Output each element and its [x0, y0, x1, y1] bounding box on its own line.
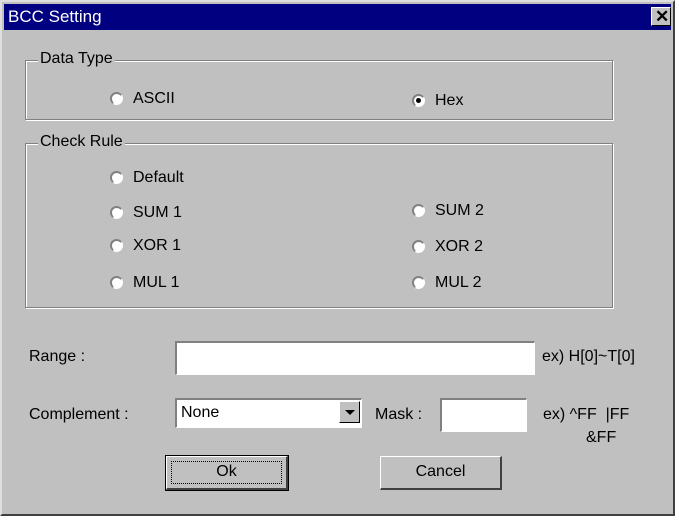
bcc-setting-dialog: BCC Setting ✕ Data Type ASCII Hex Check …	[0, 0, 675, 516]
complement-select[interactable]: None	[175, 398, 362, 428]
cancel-button-label: Cancel	[415, 463, 466, 480]
xor1-radio-label: XOR 1	[133, 237, 182, 254]
focus-indicator	[171, 461, 282, 484]
close-button[interactable]: ✕	[651, 7, 671, 26]
mask-example-line2: &FF	[586, 429, 617, 446]
close-icon: ✕	[655, 7, 670, 26]
sum1-radio-label: SUM 1	[133, 204, 182, 221]
cancel-button[interactable]: Cancel	[380, 456, 502, 490]
default-radio-indicator	[110, 171, 123, 184]
xor2-radio-label: XOR 2	[435, 238, 484, 255]
complement-select-value: None	[181, 404, 220, 421]
title-bar[interactable]: BCC Setting ✕	[4, 4, 671, 30]
complement-label: Complement :	[29, 406, 129, 423]
ascii-radio-label: ASCII	[133, 90, 175, 107]
mul2-radio-label: MUL 2	[435, 274, 482, 291]
xor1-radio-indicator	[110, 239, 123, 252]
mul1-radio-label: MUL 1	[133, 274, 180, 291]
range-example: ex) H[0]~T[0]	[542, 348, 635, 365]
sum2-radio-label: SUM 2	[435, 202, 484, 219]
mask-label: Mask :	[375, 406, 423, 423]
chevron-down-icon[interactable]	[339, 401, 360, 423]
window-title: BCC Setting	[8, 7, 102, 26]
sum1-radio-indicator	[110, 206, 123, 219]
check-rule-legend: Check Rule	[38, 133, 125, 151]
ascii-radio-indicator	[110, 92, 123, 105]
mul2-radio-indicator	[412, 276, 425, 289]
ok-button[interactable]: Ok	[165, 455, 289, 491]
default-radio-label: Default	[133, 169, 184, 186]
sum2-radio-indicator	[412, 204, 425, 217]
xor2-radio-indicator	[412, 240, 425, 253]
hex-radio-indicator	[412, 94, 425, 107]
data-type-group	[25, 60, 613, 120]
mask-example-line1: ex) ^FF |FF	[543, 406, 630, 423]
mul1-radio-indicator	[110, 276, 123, 289]
range-label: Range :	[29, 348, 86, 365]
mask-input[interactable]	[440, 398, 527, 432]
hex-radio-label: Hex	[435, 92, 464, 109]
range-input[interactable]	[175, 341, 535, 375]
data-type-legend: Data Type	[38, 50, 115, 68]
